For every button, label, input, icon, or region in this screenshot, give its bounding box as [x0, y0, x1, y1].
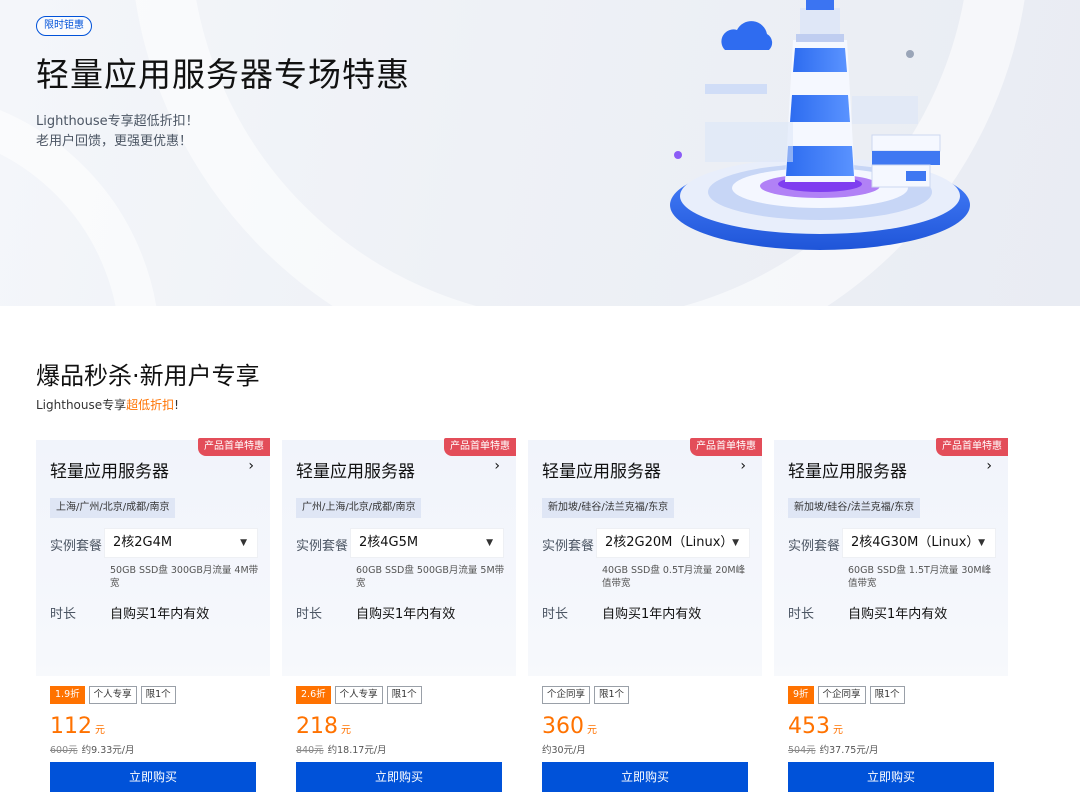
card-title[interactable]: 轻量应用服务器: [542, 457, 661, 482]
card-top: 产品首单特惠 轻量应用服务器 › 上海/广州/北京/成都/南京 实例套餐 2核2…: [36, 438, 270, 676]
section-title: 爆品秒杀·新用户专享: [36, 362, 260, 390]
price: 218 元: [296, 714, 351, 739]
price: 360 元: [542, 714, 597, 739]
duration-label: 时长: [788, 607, 815, 622]
card-top: 产品首单特惠 轻量应用服务器 › 新加坡/硅谷/法兰克福/东京 实例套餐 2核4…: [774, 438, 1008, 676]
plan-label: 实例套餐: [788, 539, 841, 554]
region-tag: 上海/广州/北京/成都/南京: [50, 498, 176, 518]
region-tag: 新加坡/硅谷/法兰克福/东京: [542, 498, 675, 518]
original-price: 504元 约37.75元/月: [788, 745, 879, 756]
plan-description: 40GB SSD盘 0.5T月流量 20M峰值带宽: [602, 565, 746, 589]
discount-tag: 2.6折: [296, 686, 331, 704]
plan-select[interactable]: 2核2G4M ▼: [104, 528, 258, 558]
card-title[interactable]: 轻量应用服务器: [50, 457, 169, 482]
region-tag: 新加坡/硅谷/法兰克福/东京: [788, 498, 921, 518]
card-bottom: 1.9折 个人专享 限1个 112 元 600元 约9.33元/月 立即购买: [36, 676, 270, 799]
eligibility-tag: 个企同享: [817, 686, 866, 704]
duration-value: 自购买1年内有效: [848, 607, 948, 622]
card-title[interactable]: 轻量应用服务器: [788, 457, 907, 482]
tag-list: 9折 个企同享 限1个: [788, 686, 905, 704]
first-order-badge: 产品首单特惠: [690, 438, 762, 456]
plan-label: 实例套餐: [50, 539, 103, 554]
original-price: 600元 约9.33元/月: [50, 745, 135, 756]
chevron-right-icon[interactable]: ›: [986, 458, 992, 474]
card-bottom: 2.6折 个人专享 限1个 218 元 840元 约18.17元/月 立即购买: [282, 676, 516, 799]
buy-now-button[interactable]: 立即购买: [50, 762, 256, 792]
plan-description: 60GB SSD盘 1.5T月流量 30M峰值带宽: [848, 565, 992, 589]
caret-down-icon: ▼: [486, 538, 493, 548]
duration-label: 时长: [296, 607, 323, 622]
tag-list: 1.9折 个人专享 限1个: [50, 686, 176, 704]
chevron-right-icon[interactable]: ›: [494, 458, 500, 474]
price: 112 元: [50, 714, 105, 739]
first-order-badge: 产品首单特惠: [198, 438, 270, 456]
caret-down-icon: ▼: [240, 538, 247, 548]
eligibility-tag: 个企同享: [542, 686, 591, 704]
plan-select[interactable]: 2核4G30M（Linux） ▼: [842, 528, 996, 558]
buy-now-button[interactable]: 立即购买: [296, 762, 502, 792]
limit-tag: 限1个: [140, 686, 176, 704]
first-order-badge: 产品首单特惠: [936, 438, 1008, 456]
caret-down-icon: ▼: [732, 538, 739, 548]
limit-tag: 限1个: [869, 686, 905, 704]
caret-down-icon: ▼: [978, 538, 985, 548]
duration-value: 自购买1年内有效: [356, 607, 456, 622]
eligibility-tag: 个人专享: [334, 686, 383, 704]
duration-value: 自购买1年内有效: [110, 607, 210, 622]
region-tag: 广州/上海/北京/成都/南京: [296, 498, 422, 518]
lighthouse-illustration: [670, 0, 970, 250]
card-bottom: 9折 个企同享 限1个 453 元 504元 约37.75元/月 立即购买: [774, 676, 1008, 799]
plan-description: 50GB SSD盘 300GB月流量 4M带宽: [110, 565, 259, 589]
cloud-icon: [721, 21, 773, 50]
plan-select[interactable]: 2核2G20M（Linux） ▼: [596, 528, 750, 558]
limit-tag: 限1个: [386, 686, 422, 704]
product-card: 产品首单特惠 轻量应用服务器 › 上海/广州/北京/成都/南京 实例套餐 2核2…: [36, 438, 270, 799]
product-card: 产品首单特惠 轻量应用服务器 › 广州/上海/北京/成都/南京 实例套餐 2核4…: [282, 438, 516, 799]
plan-label: 实例套餐: [542, 539, 595, 554]
card-top: 产品首单特惠 轻量应用服务器 › 广州/上海/北京/成都/南京 实例套餐 2核4…: [282, 438, 516, 676]
plan-select[interactable]: 2核4G5M ▼: [350, 528, 504, 558]
limit-tag: 限1个: [594, 686, 630, 704]
price: 453 元: [788, 714, 843, 739]
buy-now-button[interactable]: 立即购买: [788, 762, 994, 792]
duration-label: 时长: [50, 607, 77, 622]
card-bottom: 个企同享 限1个 360 元 约30元/月 立即购买: [528, 676, 762, 799]
page-title: 轻量应用服务器专场特惠: [36, 55, 410, 94]
discount-tag: 1.9折: [50, 686, 85, 704]
duration-label: 时长: [542, 607, 569, 622]
chevron-right-icon[interactable]: ›: [740, 458, 746, 474]
hero-subtitle-2: 老用户回馈，更强更优惠！: [36, 134, 193, 149]
plan-description: 60GB SSD盘 500GB月流量 5M带宽: [356, 565, 505, 589]
first-order-badge: 产品首单特惠: [444, 438, 516, 456]
product-card: 产品首单特惠 轻量应用服务器 › 新加坡/硅谷/法兰克福/东京 实例套餐 2核4…: [774, 438, 1008, 799]
tag-list: 个企同享 限1个: [542, 686, 630, 704]
limited-offer-badge: 限时钜惠: [36, 16, 92, 36]
buy-now-button[interactable]: 立即购买: [542, 762, 748, 792]
tag-list: 2.6折 个人专享 限1个: [296, 686, 422, 704]
original-price: 约30元/月: [542, 745, 586, 756]
chevron-right-icon[interactable]: ›: [248, 458, 254, 474]
hero-subtitle-1: Lighthouse专享超低折扣！: [36, 114, 199, 129]
card-top: 产品首单特惠 轻量应用服务器 › 新加坡/硅谷/法兰克福/东京 实例套餐 2核2…: [528, 438, 762, 676]
hero-banner: 限时钜惠 轻量应用服务器专场特惠 Lighthouse专享超低折扣！ 老用户回馈…: [0, 0, 1080, 306]
duration-value: 自购买1年内有效: [602, 607, 702, 622]
eligibility-tag: 个人专享: [88, 686, 137, 704]
discount-tag: 9折: [788, 686, 814, 704]
product-card: 产品首单特惠 轻量应用服务器 › 新加坡/硅谷/法兰克福/东京 实例套餐 2核2…: [528, 438, 762, 799]
original-price: 840元 约18.17元/月: [296, 745, 387, 756]
card-title[interactable]: 轻量应用服务器: [296, 457, 415, 482]
plan-label: 实例套餐: [296, 539, 349, 554]
section-subtitle: Lighthouse专享超低折扣!: [36, 398, 179, 412]
